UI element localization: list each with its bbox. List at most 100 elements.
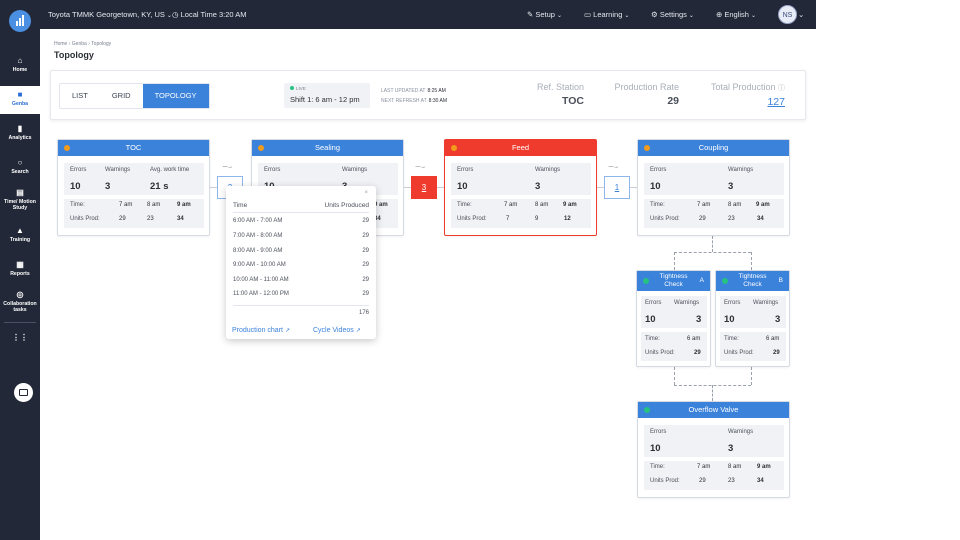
breadcrumb-genba[interactable]: Genba [72,41,87,47]
warnings-label: Warnings [674,300,700,306]
tab-grid[interactable]: GRID [100,84,143,108]
errors-label: Errors [650,429,667,435]
station-card-feed[interactable]: Feed Errors Warnings 10 3 Time: 7 am 8 a… [444,139,597,236]
errors-value: 10 [457,181,468,192]
station-card-tightness-check-a[interactable]: Tightness Check A Errors Warnings 10 3 Ti… [636,270,711,367]
hour-label: 7 am [697,202,711,208]
connector-line [712,385,713,401]
next-refresh: NEXT REFRESH AT 8:30 AM [381,98,447,104]
units-column-header: Units Produced [324,202,369,209]
sidebar-item-label: Home [12,67,28,73]
units-prod-label: Units Prod: [650,478,680,484]
station-header: Coupling [638,140,789,156]
status-dot [258,145,264,151]
last-updated-label: LAST UPDATED AT [381,88,426,94]
sidebar-item-genba[interactable]: ■ Genba [0,86,40,114]
buffer-count[interactable]: 1 [604,176,630,199]
sidebar-item-training[interactable]: ▲ Training [0,226,40,246]
row-value: 29 [362,291,369,297]
document-icon: ▤ [16,188,24,197]
hour-label: 9 am [374,202,388,208]
units-value: 29 [694,350,701,356]
table-row: 6:00 AM - 7:00 AM 29 [233,218,369,224]
blank-area [816,0,960,540]
row-time: 6:00 AM - 7:00 AM [233,218,283,224]
sidebar-item-home[interactable]: ⌂ Home [0,56,40,76]
production-chart-label: Production chart [232,327,283,334]
shift-selector[interactable]: LIVE Shift 1: 6 am - 12 pm [284,83,370,108]
chevron-down-icon[interactable]: ⌄ [798,10,804,19]
units-value: 23 [147,216,154,222]
errors-value: 10 [650,443,661,454]
hour-label: 9 am [177,202,191,208]
units-value: 29 [699,216,706,222]
warnings-value: 3 [775,314,781,325]
sidebar-item-time-motion-study[interactable]: ▤ Time/ Motion Study [0,188,40,216]
sidebar-item-reports[interactable]: ▦ Reports [0,260,40,280]
location-selector[interactable]: Toyota TMMK Georgetown, KY, US ⌄ [48,10,172,19]
chevron-down-icon: ⌄ [688,13,694,19]
station-card-coupling[interactable]: Coupling Errors Warnings 10 3 Time: 7 am… [637,139,790,236]
breadcrumb-home[interactable]: Home [54,41,67,47]
connector-line [674,252,751,253]
buffer-count-alert[interactable]: 3 [411,176,437,199]
location-label: Toyota TMMK Georgetown, KY, US [48,10,165,19]
sidebar: ⌂ Home ■ Genba ▮ Analytics ○ Search ▤ Time/ M… [0,0,40,540]
hour-label: 7 am [119,202,133,208]
avatar[interactable]: NS [778,5,797,24]
report-icon: ▦ [16,260,24,269]
cycle-videos-label: Cycle Videos [313,327,354,334]
ref-station-label: Ref. Station [536,82,584,92]
learning-menu[interactable]: ▭ Learning ⌄ [584,10,629,19]
hour-label: 8 am [728,202,742,208]
close-icon[interactable]: × [364,190,368,196]
row-value: 29 [362,248,369,254]
connector-line [674,252,675,270]
settings-menu[interactable]: ⚙ Settings ⌄ [651,10,694,19]
logo[interactable] [9,10,31,32]
production-chart-link[interactable]: Production chart ↗ [232,327,290,334]
sidebar-item-search[interactable]: ○ Search [0,158,40,178]
row-time: 10:00 AM - 11:00 AM [233,277,289,283]
total-production-label: Total Production [710,82,776,92]
station-header: Feed [445,140,596,156]
hour-label: 8 am [535,202,549,208]
tab-topology[interactable]: TOPOLOGY [142,84,209,108]
units-value: 12 [564,216,571,222]
errors-label: Errors [70,167,87,173]
total-production-stat: Total Production ⓘ 127 [711,82,785,108]
sidebar-item-analytics[interactable]: ▮ Analytics [0,124,40,144]
info-icon[interactable]: ⓘ [778,85,785,92]
status-dot [644,407,650,413]
total-value: 176 [358,310,369,316]
avg-work-time-value: 21 s [150,181,169,192]
production-rate-stat: Production Rate 29 [614,82,679,107]
station-name: Tightness Check [738,273,767,288]
time-label: Time: [724,336,739,342]
cycle-videos-link[interactable]: Cycle Videos ↗ [313,327,361,334]
station-name: Feed [511,143,530,152]
arrow-right-icon: ·····→ [222,164,233,170]
errors-label: Errors [650,167,667,173]
camera-button[interactable] [14,383,33,402]
tab-list[interactable]: LIST [60,84,100,108]
total-production-value[interactable]: 127 [711,96,785,108]
time-label: Time: [70,202,85,208]
page-title: Topology [54,50,94,60]
station-card-tightness-check-b[interactable]: Tightness Check B Errors Warnings 10 3 Ti… [715,270,790,367]
hour-label: 6 am [687,336,701,342]
station-card-overflow-valve[interactable]: Overflow Valve Errors Warnings 10 3 Time… [637,401,790,498]
time-column-header: Time [233,202,248,209]
apps-grid-icon[interactable]: ⋮⋮ [0,333,40,345]
view-tabs: LIST GRID TOPOLOGY [59,83,210,109]
row-value: 29 [362,233,369,239]
language-menu[interactable]: ⊕ English ⌄ [716,10,756,19]
setup-menu[interactable]: ✎ Setup ⌄ [527,10,562,19]
units-value: 29 [119,216,126,222]
sidebar-item-collaboration-tasks[interactable]: ◎ Collaboration tasks [0,290,40,318]
learning-label: Learning [593,10,623,19]
errors-value: 10 [645,314,656,325]
language-label: English [724,10,749,19]
header-panel: LIST GRID TOPOLOGY LIVE Shift 1: 6 am - … [50,70,806,120]
station-card-toc[interactable]: TOC Errors Warnings Avg. work time 10 3 … [57,139,210,236]
